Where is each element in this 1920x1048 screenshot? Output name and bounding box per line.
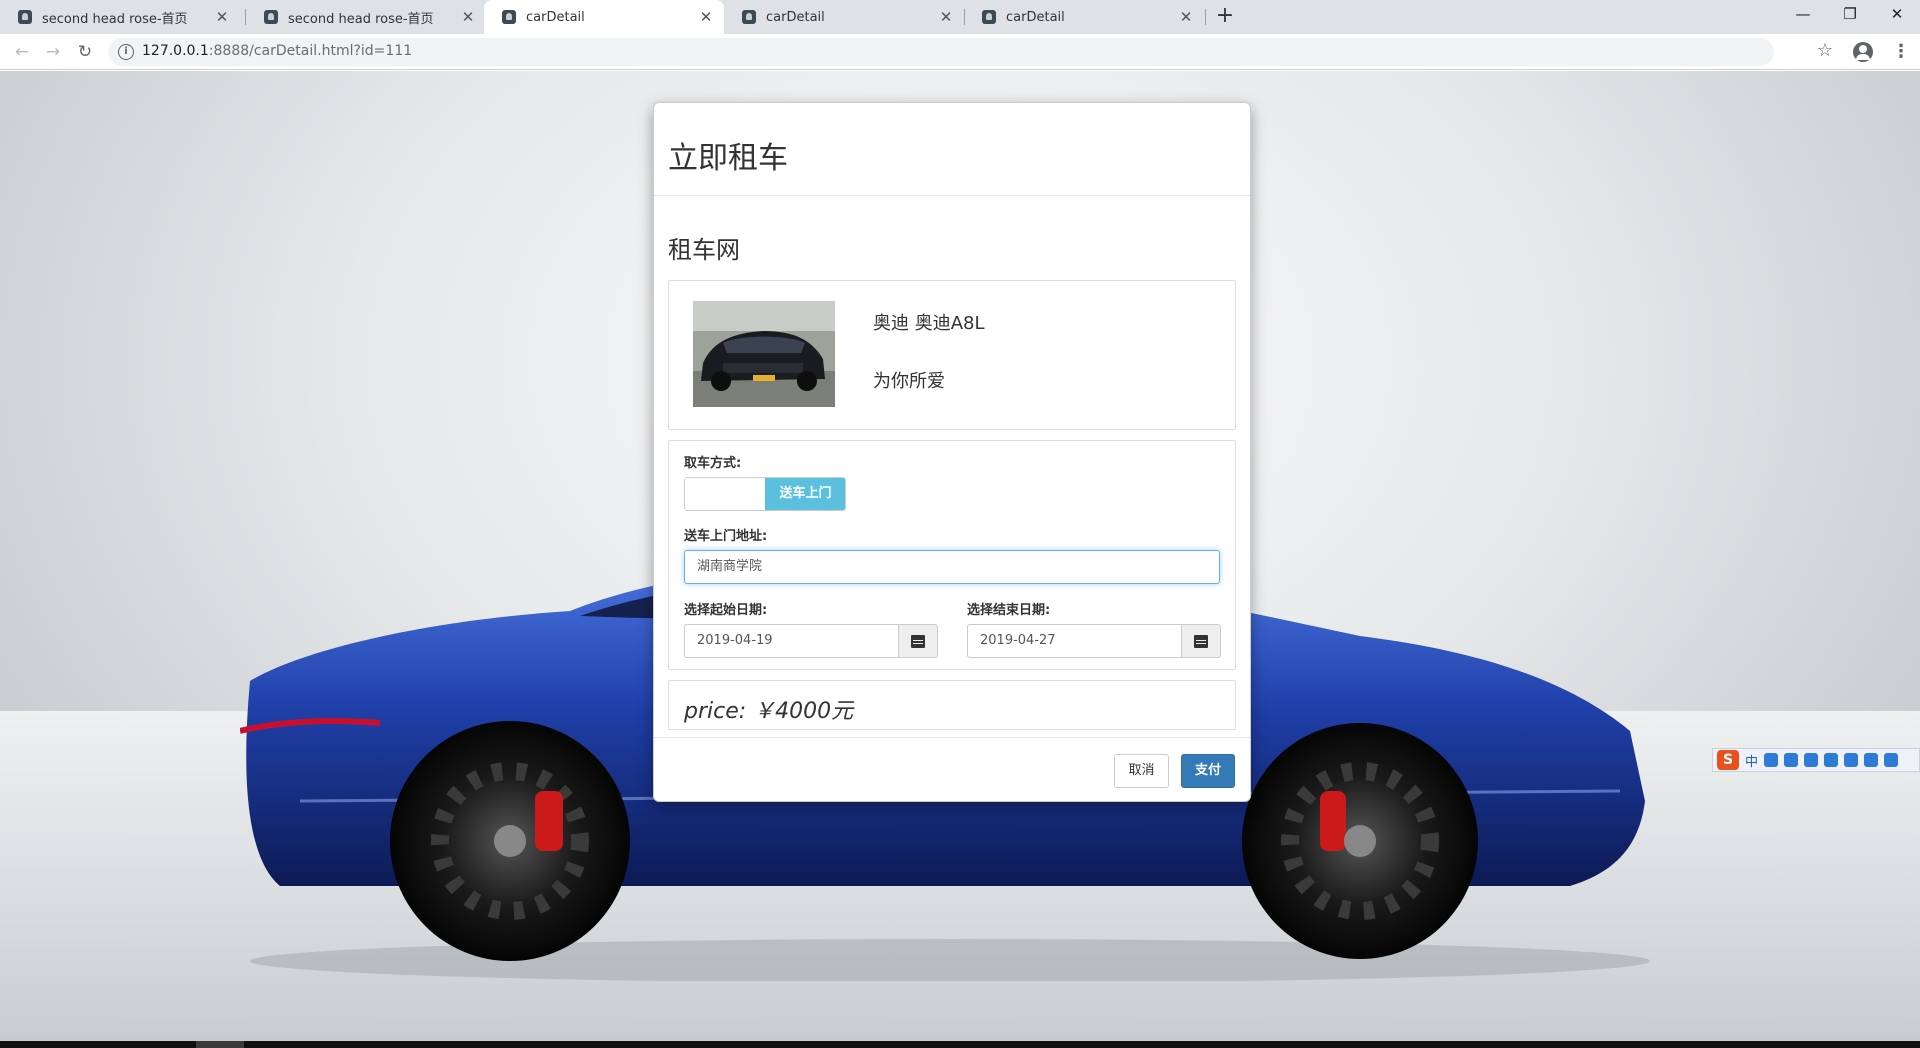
reload-icon[interactable]: ↻: [73, 40, 97, 64]
new-tab-plus-icon[interactable]: +: [1213, 5, 1237, 29]
start-date-calendar-button[interactable]: [898, 624, 938, 658]
modal-footer: 取消 支付: [654, 737, 1250, 802]
car-slogan: 为你所爱: [873, 371, 945, 392]
restore-icon[interactable]: ❐: [1827, 0, 1873, 30]
browser-tab[interactable]: carDetail ✕: [724, 0, 964, 34]
address-bar-url[interactable]: 127.0.0.1:8888/carDetail.html?id=111: [142, 43, 412, 59]
price-text: price: ￥4000元: [684, 699, 854, 724]
site-name: 租车网: [668, 236, 740, 264]
car-name: 奥迪 奥迪A8L: [873, 313, 985, 334]
rent-car-modal: 立即租车 租车网 奥迪 奥迪A8L 为你所爱 取车方式: 送车上门 送车上门地址…: [653, 102, 1251, 802]
site-favicon-icon: [982, 10, 996, 24]
ime-grid-icon[interactable]: [1884, 753, 1899, 767]
tab-title: second head rose-首页: [288, 11, 434, 27]
account-icon[interactable]: [1853, 42, 1873, 62]
start-date-input[interactable]: 2019-04-19: [684, 624, 898, 658]
end-date-calendar-button[interactable]: [1181, 624, 1221, 658]
close-icon[interactable]: ✕: [214, 9, 230, 25]
end-date-picker[interactable]: 2019-04-27: [967, 624, 1221, 658]
os-taskbar: [0, 1041, 1920, 1048]
bookmark-star-icon[interactable]: ☆: [1813, 39, 1837, 63]
car-info-panel: 奥迪 奥迪A8L 为你所爱: [668, 280, 1236, 430]
site-favicon-icon: [18, 10, 32, 24]
modal-title: 立即租车: [668, 141, 788, 176]
calendar-icon: [1194, 634, 1208, 648]
address-label: 送车上门地址:: [684, 529, 768, 544]
ime-skin-icon[interactable]: [1864, 753, 1879, 767]
taskbar-item[interactable]: [196, 1041, 244, 1048]
tab-title: carDetail: [526, 9, 585, 25]
car-thumbnail: [693, 301, 835, 407]
ime-punctuation-icon[interactable]: [1764, 753, 1779, 767]
start-date-picker[interactable]: 2019-04-19: [684, 624, 938, 658]
more-menu-icon[interactable]: ⋮: [1892, 40, 1910, 64]
cancel-button[interactable]: 取消: [1114, 754, 1169, 788]
forward-arrow-icon[interactable]: →: [41, 40, 65, 64]
tab-title: carDetail: [766, 9, 825, 25]
close-icon[interactable]: ✕: [938, 9, 954, 25]
delivery-address-input[interactable]: 湖南商学院: [684, 550, 1220, 584]
end-date-input[interactable]: 2019-04-27: [967, 624, 1181, 658]
browser-tab[interactable]: second head rose-首页 ✕: [0, 0, 240, 34]
browser-tab-active[interactable]: carDetail ✕: [484, 0, 724, 34]
ime-toolbar[interactable]: S 中: [1712, 748, 1920, 772]
browser-tab[interactable]: carDetail ✕: [964, 0, 1204, 34]
minimize-icon[interactable]: —: [1780, 0, 1826, 30]
pickup-method-toggle[interactable]: 送车上门: [684, 477, 846, 511]
modal-header: 立即租车: [654, 103, 1250, 196]
tab-title: carDetail: [1006, 9, 1065, 25]
toggle-off-side[interactable]: [685, 478, 765, 510]
site-favicon-icon: [742, 10, 756, 24]
ime-keyboard-icon[interactable]: [1824, 753, 1839, 767]
site-favicon-icon: [264, 10, 278, 24]
info-icon[interactable]: i: [118, 44, 134, 60]
calendar-icon: [911, 634, 925, 648]
modal-body: 租车网 奥迪 奥迪A8L 为你所爱 取车方式: 送车上门 送车上门地址: 湖南商…: [654, 196, 1250, 730]
ime-mode-label[interactable]: 中: [1745, 751, 1758, 770]
browser-tab[interactable]: second head rose-首页 ✕: [246, 0, 486, 34]
ime-mic-icon[interactable]: [1804, 753, 1819, 767]
end-date-label: 选择结束日期:: [967, 603, 1051, 618]
address-bar[interactable]: i 127.0.0.1:8888/carDetail.html?id=111: [108, 38, 1774, 66]
site-favicon-icon: [502, 10, 516, 24]
close-icon[interactable]: ✕: [698, 9, 714, 25]
close-icon[interactable]: ✕: [1178, 9, 1194, 25]
browser-toolbar: ← → ↻ i 127.0.0.1:8888/carDetail.html?id…: [0, 34, 1920, 70]
url-path: :8888/carDetail.html?id=111: [208, 43, 413, 59]
tab-title: second head rose-首页: [42, 11, 188, 27]
rental-form-panel: 取车方式: 送车上门 送车上门地址: 湖南商学院 选择起始日期: 选择结束日期:…: [668, 440, 1236, 670]
price-panel: price: ￥4000元: [668, 680, 1236, 730]
tab-separator: [1205, 9, 1206, 25]
ime-logo-icon[interactable]: S: [1717, 750, 1739, 770]
pickup-method-label: 取车方式:: [684, 456, 742, 471]
url-host: 127.0.0.1: [142, 43, 209, 59]
ime-emoji-icon[interactable]: [1784, 753, 1799, 767]
tab-strip: second head rose-首页 ✕ second head rose-首…: [0, 0, 1920, 34]
back-arrow-icon[interactable]: ←: [10, 40, 34, 64]
window-close-icon[interactable]: ✕: [1874, 0, 1920, 30]
close-icon[interactable]: ✕: [460, 9, 476, 25]
ime-user-icon[interactable]: [1844, 753, 1859, 767]
pay-button[interactable]: 支付: [1181, 754, 1235, 788]
delivery-option[interactable]: 送车上门: [765, 478, 845, 510]
start-date-label: 选择起始日期:: [684, 603, 768, 618]
